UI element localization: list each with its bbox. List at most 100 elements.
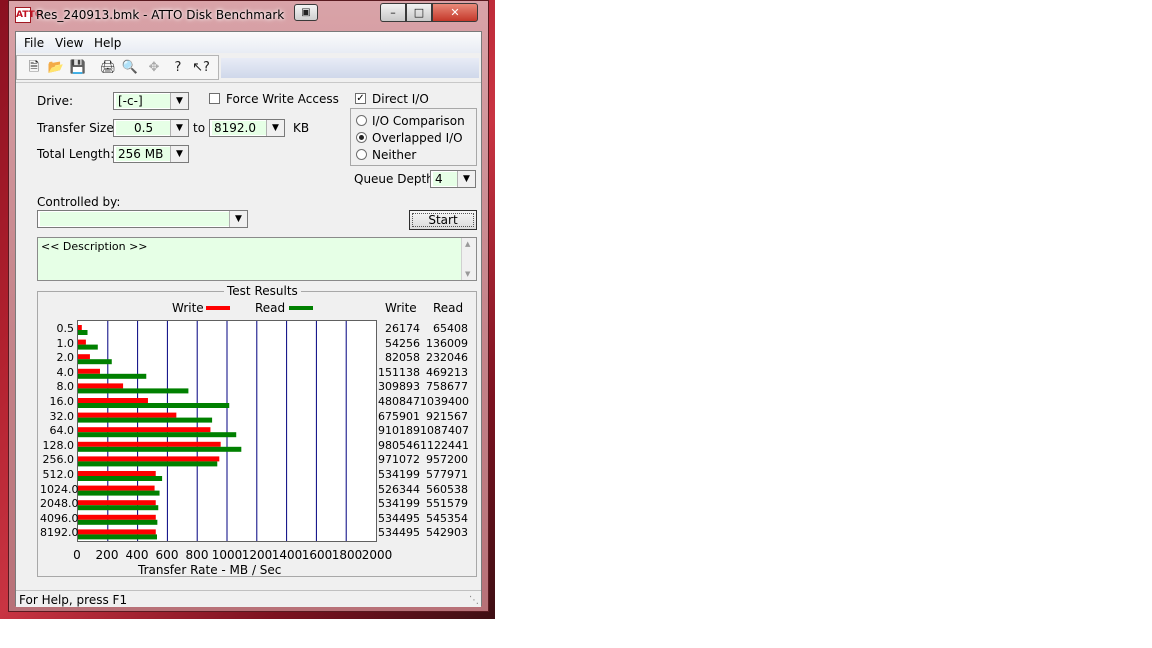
row-size-label: 8.0 [56, 380, 75, 394]
write-bar [78, 456, 220, 462]
read-value: 560538 [426, 482, 468, 496]
scroll-up-icon[interactable]: ▲ [465, 240, 470, 248]
row-size-label: 128.0 [42, 438, 75, 452]
new-document-icon[interactable]: 🗎 [24, 58, 44, 78]
write-value: 26174 [385, 322, 420, 335]
controlled-by-label: Controlled by: [37, 195, 121, 209]
read-bar [78, 359, 112, 365]
chevron-down-icon[interactable]: ▼ [457, 171, 475, 187]
neither-label: Neither [372, 148, 417, 162]
force-write-checkbox[interactable] [209, 93, 220, 104]
results-plot [77, 320, 377, 542]
queue-depth-label: Queue Depth: [354, 172, 438, 186]
read-value: 957200 [426, 453, 468, 467]
write-value: 480847 [378, 395, 420, 408]
toolbar-filler [221, 58, 479, 78]
minimize-button[interactable]: – [380, 3, 406, 22]
move-crosshair-icon[interactable]: ✥ [144, 58, 164, 78]
write-bar [78, 485, 155, 491]
read-value: 232046 [426, 351, 468, 365]
drive-value: [-c-] [116, 94, 170, 108]
read-value: 551579 [426, 497, 468, 511]
chevron-down-icon[interactable]: ▼ [266, 120, 284, 136]
menu-help[interactable]: Help [94, 36, 121, 50]
chevron-down-icon[interactable]: ▼ [170, 146, 188, 162]
context-help-icon[interactable]: ↖? [191, 58, 211, 78]
direct-io-label: Direct I/O [372, 92, 429, 106]
write-value: 675901 [378, 409, 420, 423]
start-button[interactable]: Start [409, 210, 477, 230]
close-button[interactable]: ✕ [432, 3, 478, 22]
queue-depth-select[interactable]: 4 ▼ [430, 170, 476, 188]
write-bar [78, 529, 156, 535]
write-bar [78, 383, 124, 389]
read-column-header: Read [433, 301, 464, 315]
unit-label: KB [293, 121, 310, 135]
chevron-down-icon[interactable]: ▼ [170, 93, 188, 109]
chevron-down-icon[interactable]: ▼ [170, 120, 188, 136]
total-length-label: Total Length: [37, 147, 115, 161]
total-length-select[interactable]: 256 MB ▼ [113, 145, 189, 163]
write-value: 534199 [378, 468, 420, 481]
read-bar [78, 432, 237, 438]
io-comparison-radio[interactable] [356, 115, 367, 126]
write-value: 309893 [378, 380, 420, 394]
controlled-by-value [40, 212, 229, 226]
neither-radio[interactable] [356, 149, 367, 160]
transfer-to-value: 8192.0 [212, 121, 266, 135]
open-folder-icon[interactable]: 📂 [46, 58, 66, 78]
row-size-label: 1024.0 [40, 482, 79, 496]
transfer-from-select[interactable]: 0.5 ▼ [113, 119, 189, 137]
status-text: For Help, press F1 [19, 593, 128, 607]
write-value: 54256 [385, 336, 420, 350]
overlapped-io-radio[interactable] [356, 132, 367, 143]
read-value: 469213 [426, 365, 468, 379]
read-value: 577971 [426, 468, 468, 481]
write-value: 534495 [378, 511, 420, 525]
read-value: 921567 [426, 409, 468, 423]
read-value: 65408 [433, 322, 468, 335]
description-box[interactable]: << Description >> ▲ ▼ [37, 237, 477, 281]
menu-view[interactable]: View [55, 36, 83, 50]
print-icon[interactable]: 🖨 [98, 58, 118, 78]
write-column-header: Write [385, 301, 417, 315]
test-results-title: Test Results [224, 284, 301, 298]
overlapped-io-label: Overlapped I/O [372, 131, 463, 145]
row-size-label: 2.0 [56, 351, 75, 365]
write-bar [78, 368, 100, 374]
controlled-by-select[interactable]: ▼ [37, 210, 248, 228]
direct-io-checkbox[interactable]: ✓ [355, 93, 366, 104]
restore-window-icon[interactable]: ▣ [294, 4, 318, 21]
app-icon[interactable]: ATTO [15, 7, 42, 23]
write-bar [78, 339, 86, 345]
force-write-label: Force Write Access [226, 92, 339, 106]
maximize-button[interactable]: □ [406, 3, 432, 22]
row-size-label: 256.0 [42, 453, 75, 467]
drive-label: Drive: [37, 94, 74, 108]
row-size-label: 4096.0 [40, 511, 79, 525]
help-question-icon[interactable]: ? [168, 58, 188, 78]
menu-bar: File View Help [16, 32, 481, 53]
title-bar[interactable]: ATTO Res_240913.bmk - ATTO Disk Benchmar… [9, 1, 488, 31]
menu-file[interactable]: File [24, 36, 44, 50]
row-size-label: 2048.0 [40, 497, 79, 511]
status-bar: For Help, press F1 ⋱ [16, 590, 481, 607]
save-disk-icon[interactable]: 💾 [68, 58, 88, 78]
toolbar: 🗎 📂 💾 🖨 🔍 ✥ ? ↖? [16, 54, 481, 83]
scroll-down-icon[interactable]: ▼ [465, 270, 470, 278]
write-value: 151138 [378, 365, 420, 379]
read-bar [78, 490, 160, 496]
print-preview-icon[interactable]: 🔍 [120, 58, 140, 78]
test-results-panel: Test Results Write Read Write Read 0.5 1.… [37, 284, 477, 577]
chevron-down-icon[interactable]: ▼ [229, 211, 247, 227]
read-bar [78, 476, 163, 481]
caption-buttons: – □ ✕ [380, 3, 478, 22]
read-value: 758677 [426, 380, 468, 394]
transfer-from-value: 0.5 [116, 121, 170, 135]
write-value: 910189 [378, 424, 420, 438]
drive-select[interactable]: [-c-] ▼ [113, 92, 189, 110]
resize-grip-icon[interactable]: ⋱ [469, 595, 479, 606]
transfer-to-select[interactable]: 8192.0 ▼ [209, 119, 285, 137]
read-bar [78, 461, 218, 467]
description-scrollbar[interactable]: ▲ ▼ [461, 238, 476, 280]
